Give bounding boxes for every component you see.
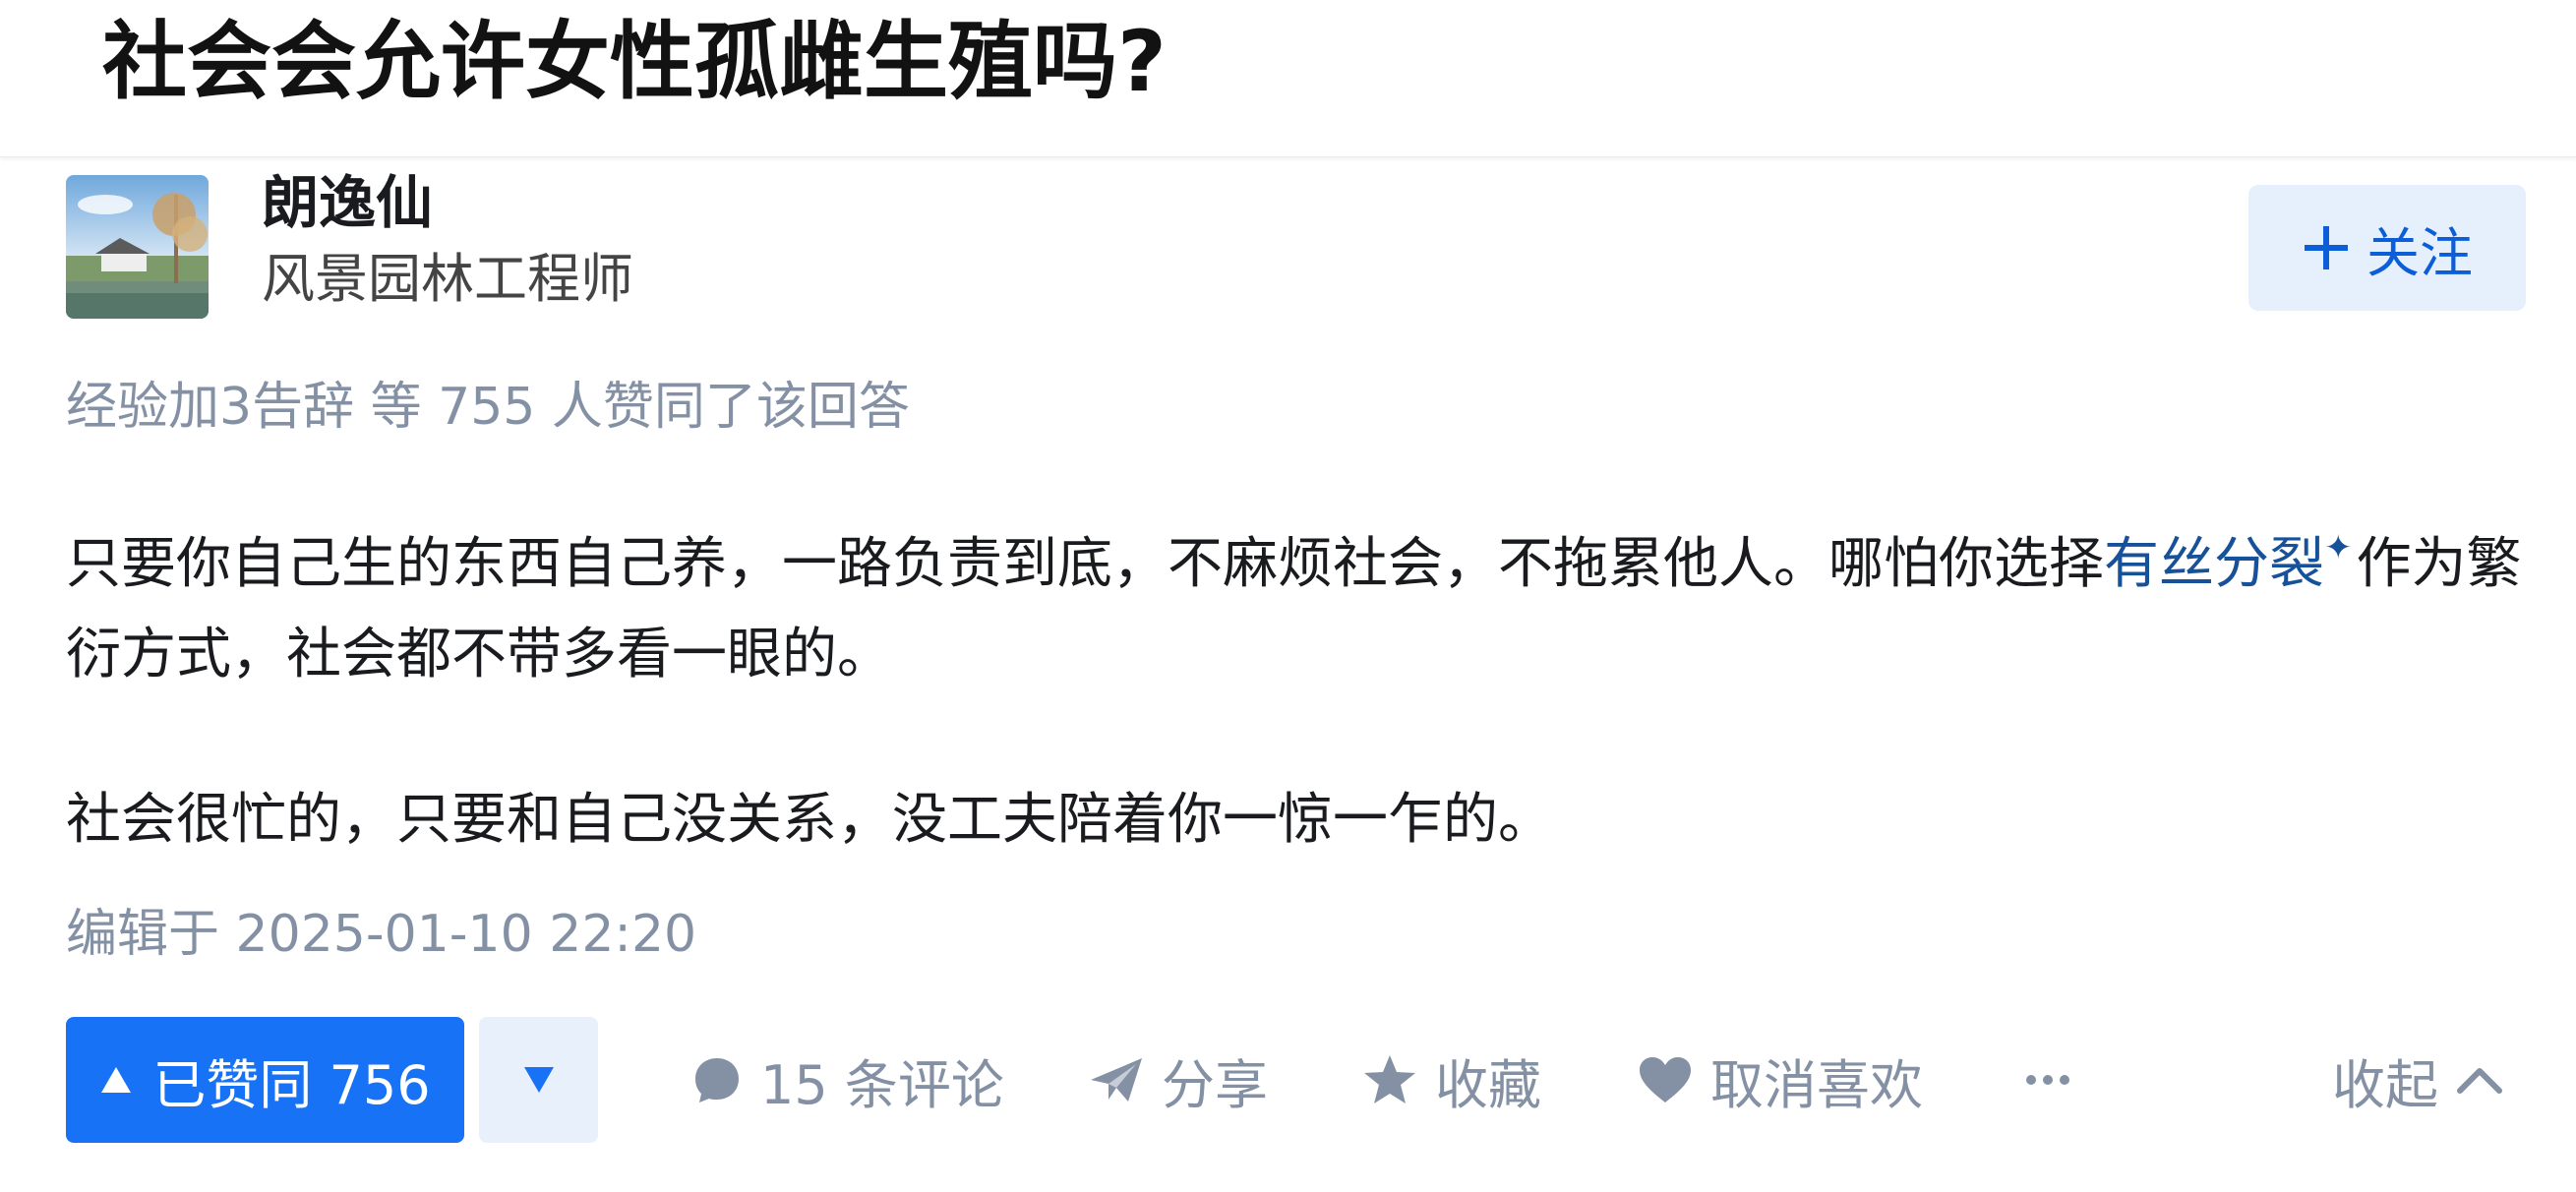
author-headline: 风景园林工程师 xyxy=(262,248,633,310)
favorite-button[interactable]: 收藏 xyxy=(1362,1017,1541,1143)
answer-paragraph: 社会很忙的，只要和自己没关系，没工夫陪着你一惊一乍的。 xyxy=(66,788,1553,852)
favorite-label: 收藏 xyxy=(1435,1053,1541,1116)
downvote-button[interactable] xyxy=(479,1017,598,1143)
author-avatar[interactable] xyxy=(66,175,209,319)
avatar-landscape-image xyxy=(66,175,209,319)
question-header: 社会会允许女性孤雌生殖吗? xyxy=(0,0,2576,157)
unlike-button[interactable]: 取消喜欢 xyxy=(1638,1017,1923,1143)
plus-icon xyxy=(2305,226,2348,269)
share-label: 分享 xyxy=(1162,1053,1268,1116)
ellipsis-icon xyxy=(2026,1075,2069,1085)
answer-content: 只要你自己生的东西自己养，一路负责到底，不麻烦社会，不拖累他人。哪怕你选择有丝分… xyxy=(66,519,2525,865)
comments-button[interactable]: 15 条评论 xyxy=(691,1017,1004,1143)
share-button[interactable]: 分享 xyxy=(1089,1017,1268,1143)
unlike-label: 取消喜欢 xyxy=(1710,1053,1923,1116)
heart-icon xyxy=(1640,1057,1691,1103)
author-name[interactable]: 朗逸仙 xyxy=(262,165,433,240)
collapse-button[interactable]: 收起 xyxy=(2332,1017,2503,1143)
chevron-up-icon xyxy=(2457,1068,2502,1094)
vote-summary[interactable]: 经验加3告辞 等 755 人赞同了该回答 xyxy=(66,370,910,445)
answer-action-bar: 已赞同 756 15 条评论 分享 收藏 取消喜欢 收起 xyxy=(66,1017,2525,1143)
star-icon xyxy=(1364,1055,1415,1103)
follow-label: 关注 xyxy=(2366,221,2473,284)
triangle-up-icon xyxy=(101,1067,132,1093)
answer-paragraph: 只要你自己生的东西自己养，一路负责到底，不麻烦社会，不拖累他人。哪怕你选择有丝分… xyxy=(66,519,2525,700)
comments-label: 15 条评论 xyxy=(760,1053,1004,1116)
more-button[interactable] xyxy=(2025,1017,2070,1143)
triangle-down-icon xyxy=(523,1067,554,1093)
question-title[interactable]: 社会会允许女性孤雌生殖吗? xyxy=(102,8,1167,116)
edit-timestamp[interactable]: 编辑于 2025-01-10 22:20 xyxy=(66,897,696,972)
paper-plane-icon xyxy=(1091,1058,1142,1102)
follow-button[interactable]: 关注 xyxy=(2248,185,2526,311)
upvote-label: 已赞同 756 xyxy=(152,1053,431,1116)
comment-bubble-icon xyxy=(695,1058,739,1103)
answer-text: 只要你自己生的东西自己养，一路负责到底，不麻烦社会，不拖累他人。哪怕你选择 xyxy=(66,532,2104,596)
upvote-button[interactable]: 已赞同 756 xyxy=(66,1017,464,1143)
sparkle-icon: ✦ xyxy=(2324,528,2353,567)
wiki-link[interactable]: 有丝分裂 xyxy=(2104,532,2324,596)
collapse-label: 收起 xyxy=(2332,1053,2438,1116)
